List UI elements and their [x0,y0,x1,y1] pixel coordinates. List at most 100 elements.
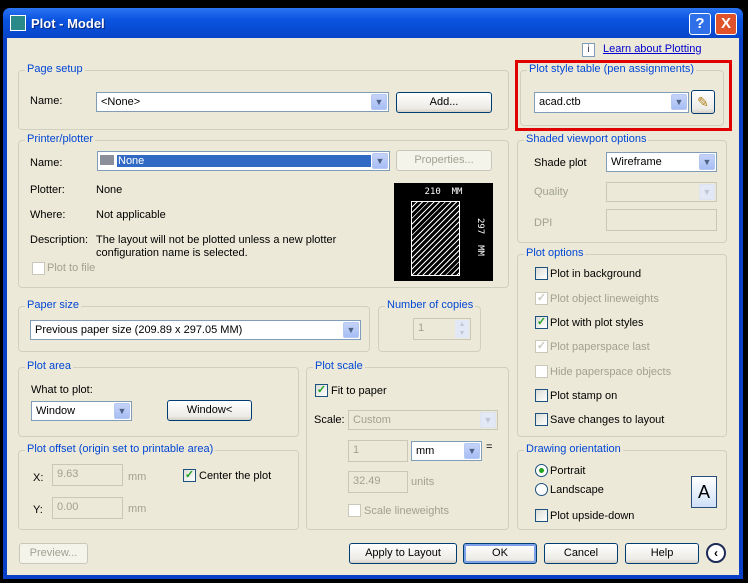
combo-value: <None> [101,96,141,108]
scale-lineweights-checkbox[interactable] [348,504,361,517]
printer-icon [100,155,114,165]
chevron-left-icon: ‹ [714,546,718,560]
cancel-button[interactable]: Cancel [544,543,618,564]
ok-button[interactable]: OK [463,543,537,564]
chevron-down-icon[interactable]: ▼ [699,184,715,200]
landscape-label: Landscape [550,484,604,496]
scale-lineweights-label: Scale lineweights [364,505,449,517]
page-setup-name-combo[interactable]: <None> ▼ [96,92,389,112]
paper-sheet-hatched [411,201,460,276]
chevron-down-icon[interactable]: ▼ [114,403,130,419]
plot-option-checkbox[interactable] [535,365,548,378]
y-offset-input[interactable]: 0.00 [52,497,123,519]
units-label: units [411,476,435,488]
plot-option-checkbox[interactable]: ✓ [535,316,548,329]
x-offset-input[interactable]: 9.63 [52,464,123,486]
quality-combo[interactable]: ▼ [606,182,717,202]
scale-label: Scale: [314,414,345,426]
radio-selected-dot [539,468,544,473]
scale-numerator-input[interactable]: 1 [348,440,408,462]
portrait-radio[interactable] [535,464,548,477]
plot-upside-down-checkbox[interactable] [535,509,548,522]
printer-name-combo[interactable]: None ▼ [97,151,390,171]
y-offset-label: Y: [33,504,43,516]
plot-option-label: Plot with plot styles [550,317,644,329]
description-line-1: The layout will not be plotted unless a … [96,234,337,246]
learn-about-plotting-link[interactable]: Learn about Plotting [603,43,701,55]
combo-value: Wireframe [611,156,662,168]
fit-to-paper-label: Fit to paper [331,385,387,397]
scale-units-input[interactable]: 32.49 [348,471,408,493]
plot-option-label: Plot paperspace last [550,341,650,353]
spin-arrows-icon[interactable]: ▲ ▼ [455,320,469,338]
page-setup-name-label: Name: [30,95,63,107]
combo-value: None [117,155,371,167]
group-label: Plot style table (pen assignments) [527,63,697,75]
group-label: Paper size [25,299,81,311]
plot-option-checkbox[interactable]: ✓ [535,340,548,353]
window-title: Plot - Model [31,16,105,31]
portrait-label: Portrait [550,465,586,477]
edit-plot-style-button[interactable]: ✎ [691,90,715,114]
what-to-plot-combo[interactable]: Window ▼ [31,401,132,421]
scale-combo[interactable]: Custom ▼ [348,410,498,430]
plot-to-file-label: Plot to file [47,262,96,274]
shade-plot-combo[interactable]: Wireframe ▼ [606,152,717,172]
group-label: Shaded viewport options [524,133,649,145]
combo-value: Window [36,405,76,417]
shade-plot-label: Shade plot [534,157,587,169]
help-button[interactable]: Help [625,543,699,564]
where-value: Not applicable [96,209,166,221]
where-label: Where: [30,209,66,221]
chevron-down-icon[interactable]: ▼ [699,154,715,170]
plot-option-checkbox[interactable] [535,267,548,280]
printer-name-label: Name: [30,157,63,169]
chevron-down-icon[interactable]: ▼ [480,412,496,428]
chevron-down-icon[interactable]: ▼ [343,322,359,338]
properties-button[interactable]: Properties... [396,150,492,171]
close-button[interactable]: X [715,13,737,35]
preview-button[interactable]: Preview... [19,543,88,564]
chevron-down-icon[interactable]: ▼ [464,443,480,459]
pencil-edit-icon: ✎ [697,94,709,110]
dpi-label: DPI [534,217,553,229]
chevron-down-icon[interactable]: ▼ [671,94,687,110]
collapse-options-button[interactable]: ‹ [706,543,726,563]
width-dimension: 210 MM [424,187,463,197]
plot-upside-down-label: Plot upside-down [550,510,635,522]
combo-value: Custom [353,414,391,426]
copies-spinner[interactable]: 1 ▲ ▼ [413,318,471,340]
landscape-radio[interactable] [535,483,548,496]
paper-preview: 210 MM 297 MM [394,183,493,281]
group-label: Printer/plotter [25,133,96,145]
plot-option-label: Save changes to layout [550,414,665,426]
plot-option-label: Plot stamp on [550,390,618,402]
chevron-down-icon[interactable]: ▼ [372,153,388,169]
plot-to-file-checkbox[interactable] [32,262,45,275]
chevron-down-icon[interactable]: ▼ [371,94,387,110]
fit-to-paper-checkbox[interactable]: ✓ [315,384,328,397]
plot-option-checkbox[interactable] [535,413,548,426]
help-title-button[interactable]: ? [689,13,711,35]
group-label: Plot offset (origin set to printable are… [25,443,216,455]
add-button[interactable]: Add... [396,92,492,113]
plot-option-checkbox[interactable] [535,389,548,402]
plot-option-label: Plot in background [550,268,642,280]
description-line-2: configuration name is selected. [96,247,248,259]
dpi-input[interactable] [606,209,717,231]
title-bar[interactable]: Plot - Model ? X [3,8,743,38]
group-label: Number of copies [385,299,476,311]
plot-style-combo[interactable]: acad.ctb ▼ [534,92,689,113]
plot-option-label: Plot object lineweights [550,293,659,305]
window-pick-button[interactable]: Window< [167,400,252,421]
y-unit-label: mm [128,503,147,515]
description-label: Description: [30,234,89,246]
apply-to-layout-button[interactable]: Apply to Layout [349,543,457,564]
center-plot-checkbox[interactable]: ✓ [183,469,196,482]
combo-value: Previous paper size (209.89 x 297.05 MM) [35,324,243,336]
plot-option-checkbox[interactable]: ✓ [535,292,548,305]
quality-label: Quality [534,186,569,198]
equals-sign: = [486,441,493,453]
paper-size-combo[interactable]: Previous paper size (209.89 x 297.05 MM)… [30,320,361,340]
scale-unit-combo[interactable]: mm ▼ [411,441,482,461]
